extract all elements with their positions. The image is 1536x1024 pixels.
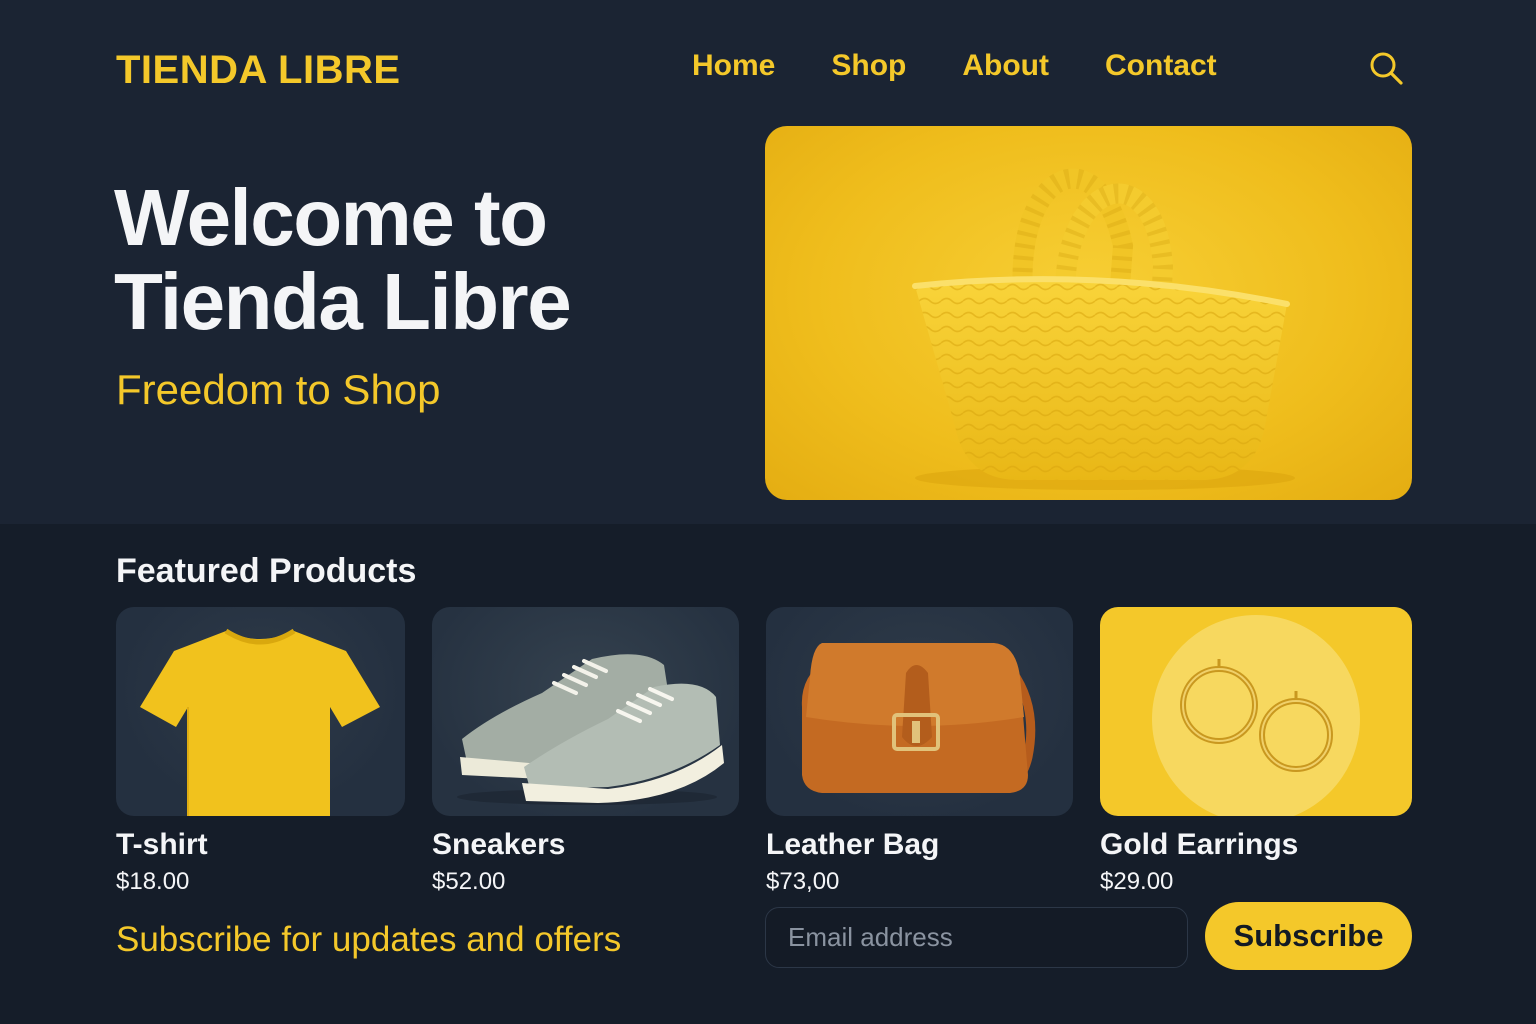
product-name-sneakers[interactable]: Sneakers — [432, 828, 565, 862]
gold-earrings-illustration — [1152, 615, 1360, 816]
product-price-tshirt: $18.00 — [116, 868, 190, 895]
hero-image-tote-bag — [765, 126, 1412, 500]
nav-link-shop[interactable]: Shop — [831, 46, 906, 86]
search-icon — [1370, 52, 1403, 85]
main-nav: Home Shop About Contact — [692, 46, 1217, 86]
subscribe-button[interactable]: Subscribe — [1205, 902, 1412, 970]
hero-title: Welcome to Tienda Libre — [114, 176, 734, 344]
search-button[interactable] — [1366, 48, 1406, 88]
site-logo[interactable]: TIENDA LIBRE — [116, 48, 401, 93]
hero-subtitle: Freedom to Shop — [116, 366, 441, 413]
product-name-tshirt[interactable]: T-shirt — [116, 828, 208, 862]
hero-title-line-2: Tienda Libre — [114, 257, 572, 346]
tote-bag-illustration — [912, 168, 1295, 490]
sneakers-illustration — [457, 654, 724, 805]
product-image-gold-earrings[interactable] — [1100, 607, 1412, 816]
product-name-gold-earrings[interactable]: Gold Earrings — [1100, 828, 1298, 862]
product-image-sneakers[interactable] — [432, 607, 739, 816]
page: TIENDA LIBRE Home Shop About Contact Wel… — [0, 0, 1536, 1024]
product-price-leather-bag: $73,00 — [766, 868, 840, 895]
newsletter-text: Subscribe for updates and offers — [116, 920, 622, 959]
email-input[interactable] — [765, 907, 1188, 968]
product-price-sneakers: $52.00 — [432, 868, 506, 895]
product-price-gold-earrings: $29.00 — [1100, 868, 1174, 895]
hero-title-line-1: Welcome to — [114, 173, 548, 262]
nav-link-home[interactable]: Home — [692, 46, 775, 86]
tshirt-illustration — [140, 628, 380, 816]
featured-products-title: Featured Products — [116, 552, 417, 590]
nav-link-contact[interactable]: Contact — [1105, 46, 1217, 86]
product-name-leather-bag[interactable]: Leather Bag — [766, 828, 939, 862]
product-image-leather-bag[interactable] — [766, 607, 1073, 816]
leather-bag-illustration — [801, 643, 1036, 793]
product-image-tshirt[interactable] — [116, 607, 405, 816]
nav-link-about[interactable]: About — [962, 46, 1049, 86]
